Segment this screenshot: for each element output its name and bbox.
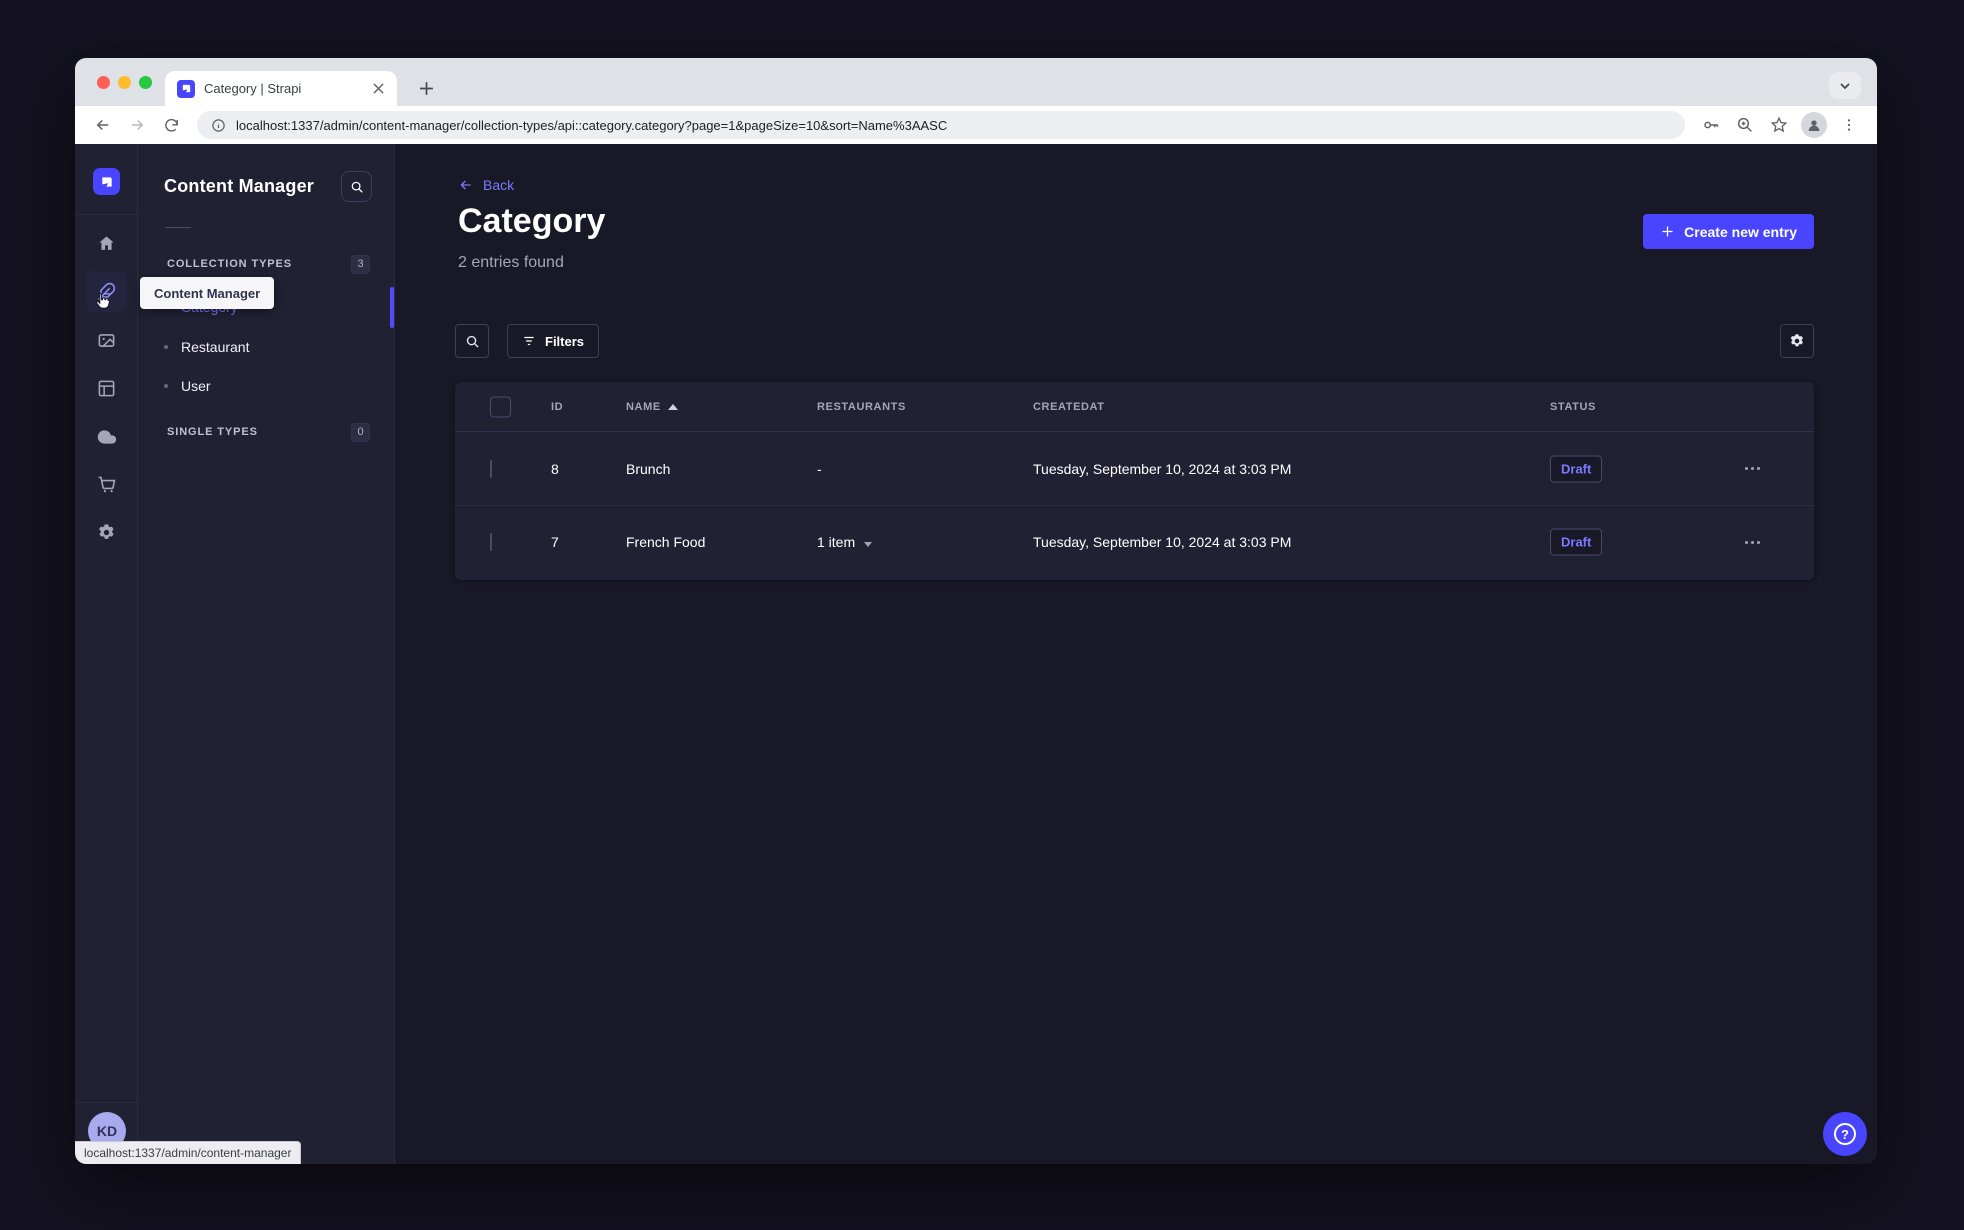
cell-name: French Food: [626, 534, 706, 550]
site-info-icon[interactable]: [211, 118, 226, 133]
cloud-deploy-icon[interactable]: [86, 416, 127, 457]
filters-button[interactable]: Filters: [507, 324, 600, 358]
column-header-restaurants[interactable]: RESTAURANTS: [817, 401, 906, 413]
subnav-item-label: Restaurant: [181, 339, 250, 355]
entries-count: 2 entries found: [458, 254, 564, 271]
media-library-icon[interactable]: [86, 320, 127, 361]
minimize-window-button[interactable]: [118, 76, 131, 89]
link-preview-status-bar: localhost:1337/admin/content-manager: [75, 1141, 302, 1164]
subnav-divider: [165, 227, 191, 228]
bookmark-star-icon[interactable]: [1763, 109, 1795, 141]
browser-window: Category | Strapi localhost:1337/admin/c…: [75, 58, 1877, 1164]
cell-createdat: Tuesday, September 10, 2024 at 3:03 PM: [1033, 534, 1292, 550]
cell-name: Brunch: [626, 460, 671, 477]
browser-profile-avatar[interactable]: [1801, 112, 1827, 138]
sort-ascending-icon: [667, 403, 678, 410]
url-text: localhost:1337/admin/content-manager/col…: [236, 117, 948, 133]
list-search-button[interactable]: [455, 324, 489, 358]
tab-title: Category | Strapi: [204, 81, 302, 96]
column-header-id[interactable]: ID: [551, 401, 563, 413]
content-manager-tooltip: Content Manager: [140, 277, 275, 309]
single-types-count-badge: 0: [351, 422, 370, 442]
back-link[interactable]: Back: [458, 177, 514, 193]
create-new-entry-button[interactable]: Create new entry: [1643, 214, 1814, 249]
collection-types-label: COLLECTION TYPES: [167, 258, 293, 270]
bullet-icon: [164, 384, 168, 388]
refresh-icon[interactable]: [155, 109, 187, 141]
zoom-magnifier-icon[interactable]: [1729, 109, 1761, 141]
strapi-logo[interactable]: [93, 168, 120, 195]
plus-icon: [1662, 226, 1673, 237]
rail-divider: [75, 214, 137, 215]
cell-createdat: Tuesday, September 10, 2024 at 3:03 PM: [1033, 460, 1292, 477]
cell-id: 7: [551, 534, 559, 550]
browser-tab-strip: Category | Strapi: [75, 58, 1877, 106]
status-badge: Draft: [1550, 528, 1603, 556]
cell-restaurants-dropdown[interactable]: 1 item: [817, 534, 873, 550]
password-key-icon[interactable]: [1695, 109, 1727, 141]
subnav-title: Content Manager: [164, 176, 315, 196]
back-navigation-icon[interactable]: [87, 109, 119, 141]
subnav-item-restaurant[interactable]: Restaurant: [164, 329, 249, 365]
strapi-admin-app: KD Content Manager COLLECTION TYPES 3 Ca…: [75, 144, 1877, 1164]
row-checkbox[interactable]: [490, 533, 492, 551]
browser-toolbar: localhost:1337/admin/content-manager/col…: [75, 106, 1877, 144]
list-settings-button[interactable]: [1780, 324, 1814, 358]
tab-search-chevron-icon[interactable]: [1829, 72, 1861, 99]
back-arrow-icon: [460, 180, 471, 190]
mouse-hand-cursor: [92, 290, 114, 312]
settings-gear-icon[interactable]: [86, 512, 127, 553]
browser-tab[interactable]: Category | Strapi: [165, 71, 397, 106]
home-icon[interactable]: [86, 223, 127, 264]
maximize-window-button[interactable]: [139, 76, 152, 89]
create-new-entry-label: Create new entry: [1684, 223, 1797, 240]
collection-types-count-badge: 3: [351, 254, 370, 274]
rail-bottom-divider: [75, 1102, 137, 1103]
subnav-item-label: User: [181, 378, 211, 394]
status-badge: Draft: [1550, 455, 1603, 482]
column-header-createdat[interactable]: CREATEDAT: [1033, 401, 1105, 413]
table-header-row: ID NAME RESTAURANTS CREATEDAT STATUS: [455, 382, 1814, 432]
filters-label: Filters: [545, 333, 585, 349]
table-row[interactable]: 8 Brunch - Tuesday, September 10, 2024 a…: [455, 432, 1814, 505]
entries-table: ID NAME RESTAURANTS CREATEDAT STATUS 8 B…: [455, 382, 1814, 580]
page-title: Category: [458, 202, 606, 240]
close-window-button[interactable]: [97, 76, 110, 89]
cell-restaurants: -: [817, 460, 822, 477]
column-header-name[interactable]: NAME: [626, 401, 678, 413]
row-actions-menu-button[interactable]: [1738, 455, 1766, 483]
marketplace-cart-icon[interactable]: [86, 464, 127, 505]
single-types-label: SINGLE TYPES: [167, 426, 258, 438]
browser-menu-icon[interactable]: [1833, 109, 1865, 141]
tab-close-icon[interactable]: [369, 80, 387, 98]
window-controls: [97, 76, 152, 89]
bullet-icon: [164, 345, 168, 349]
active-item-indicator: [390, 287, 394, 328]
subnav-item-user[interactable]: User: [164, 368, 211, 404]
back-label: Back: [483, 177, 515, 193]
column-header-status[interactable]: STATUS: [1550, 401, 1596, 413]
main-content: Back Category 2 entries found Create new…: [395, 144, 1877, 1164]
row-checkbox[interactable]: [490, 459, 492, 478]
select-all-checkbox[interactable]: [490, 396, 511, 417]
help-button[interactable]: ?: [1823, 1112, 1867, 1156]
collection-types-section[interactable]: COLLECTION TYPES 3: [167, 252, 370, 276]
single-types-section[interactable]: SINGLE TYPES 0: [167, 420, 370, 444]
forward-navigation-icon[interactable]: [121, 109, 153, 141]
filter-icon: [524, 336, 534, 346]
subnav-search-button[interactable]: [341, 171, 372, 202]
new-tab-button[interactable]: [412, 74, 440, 102]
content-type-builder-icon[interactable]: [86, 368, 127, 409]
chevron-down-icon: [864, 542, 873, 547]
cell-id: 8: [551, 460, 559, 477]
question-mark-icon: ?: [1834, 1123, 1856, 1145]
strapi-favicon: [177, 79, 195, 98]
row-actions-menu-button[interactable]: [1738, 528, 1766, 556]
url-bar[interactable]: localhost:1337/admin/content-manager/col…: [197, 111, 1685, 139]
table-row[interactable]: 7 French Food 1 item Tuesday, September …: [455, 505, 1814, 578]
